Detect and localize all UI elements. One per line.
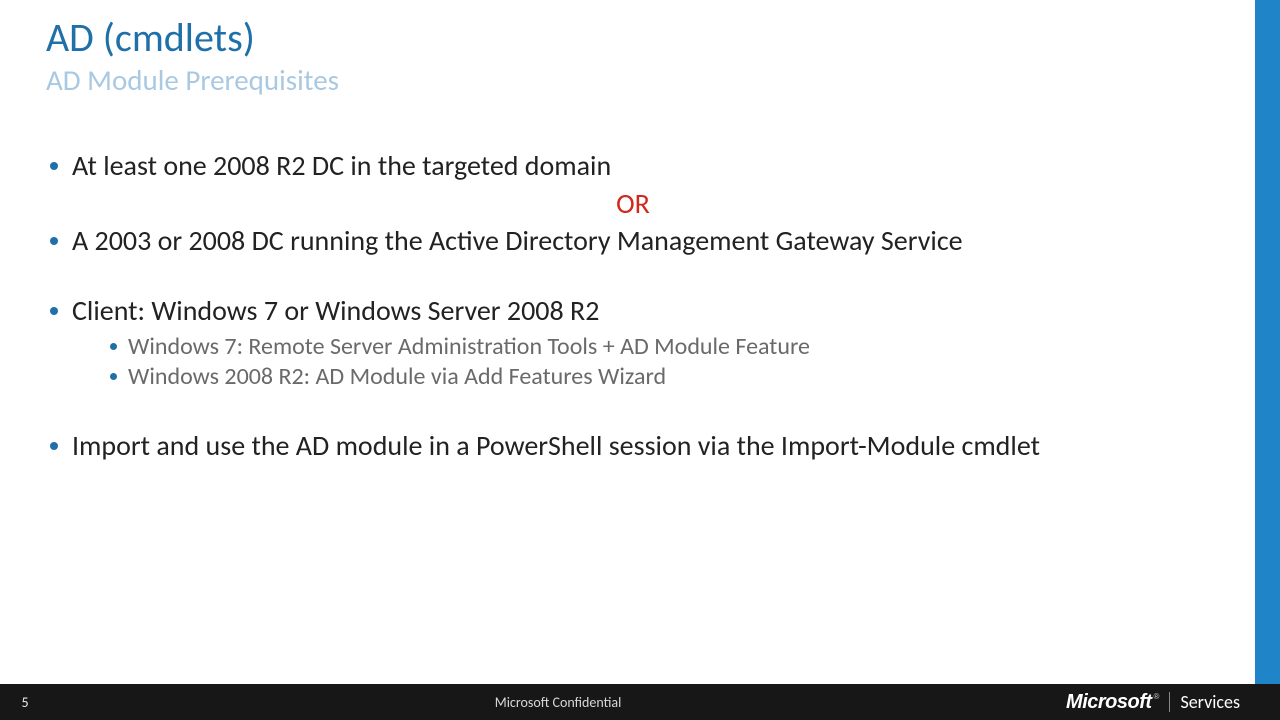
bullet-item: At least one 2008 R2 DC in the targeted … xyxy=(46,150,1220,182)
bullet-text: At least one 2008 R2 DC in the targeted … xyxy=(72,148,611,183)
title-area: AD (cmdlets) AD Module Prerequisites xyxy=(46,16,1220,98)
sub-bullet-text: Windows 7: Remote Server Administration … xyxy=(128,332,810,361)
brand-divider xyxy=(1169,692,1170,712)
bullet-text: A 2003 or 2008 DC running the Active Dir… xyxy=(72,223,963,258)
right-accent-bar xyxy=(1255,0,1280,720)
footer-bar: 5 Microsoft Confidential Microsoft ® Ser… xyxy=(0,684,1280,720)
content-body: At least one 2008 R2 DC in the targeted … xyxy=(46,150,1220,466)
confidential-label: Microsoft Confidential xyxy=(50,694,1066,711)
sub-bullet-text: Windows 2008 R2: AD Module via Add Featu… xyxy=(128,362,666,391)
brand-area: Microsoft ® Services xyxy=(1066,691,1280,714)
bullet-list: A 2003 or 2008 DC running the Active Dir… xyxy=(46,225,1220,257)
bullet-text: Client: Windows 7 or Windows Server 2008… xyxy=(72,293,599,328)
logo-word: Microsoft xyxy=(1066,691,1152,714)
bullet-list: Client: Windows 7 or Windows Server 2008… xyxy=(46,295,1220,391)
bullet-item: Import and use the AD module in a PowerS… xyxy=(46,430,1220,462)
sub-bullet-item: Windows 7: Remote Server Administration … xyxy=(106,332,1220,362)
microsoft-logo: Microsoft ® xyxy=(1066,691,1159,714)
or-separator: OR xyxy=(46,186,1220,221)
bullet-text: Import and use the AD module in a PowerS… xyxy=(72,428,1040,463)
bullet-list: Import and use the AD module in a PowerS… xyxy=(46,430,1220,462)
bullet-item: A 2003 or 2008 DC running the Active Dir… xyxy=(46,225,1220,257)
page-number: 5 xyxy=(0,694,50,711)
spacer xyxy=(46,261,1220,295)
slide-title: AD (cmdlets) xyxy=(46,16,1220,60)
bullet-list: At least one 2008 R2 DC in the targeted … xyxy=(46,150,1220,182)
bullet-item: Client: Windows 7 or Windows Server 2008… xyxy=(46,295,1220,391)
spacer xyxy=(46,396,1220,430)
logo-trademark: ® xyxy=(1154,692,1160,701)
sub-bullet-item: Windows 2008 R2: AD Module via Add Featu… xyxy=(106,362,1220,392)
slide: AD (cmdlets) AD Module Prerequisites At … xyxy=(0,0,1280,720)
slide-subtitle: AD Module Prerequisites xyxy=(46,62,1220,98)
services-label: Services xyxy=(1180,691,1240,713)
sub-bullet-list: Windows 7: Remote Server Administration … xyxy=(72,332,1220,392)
